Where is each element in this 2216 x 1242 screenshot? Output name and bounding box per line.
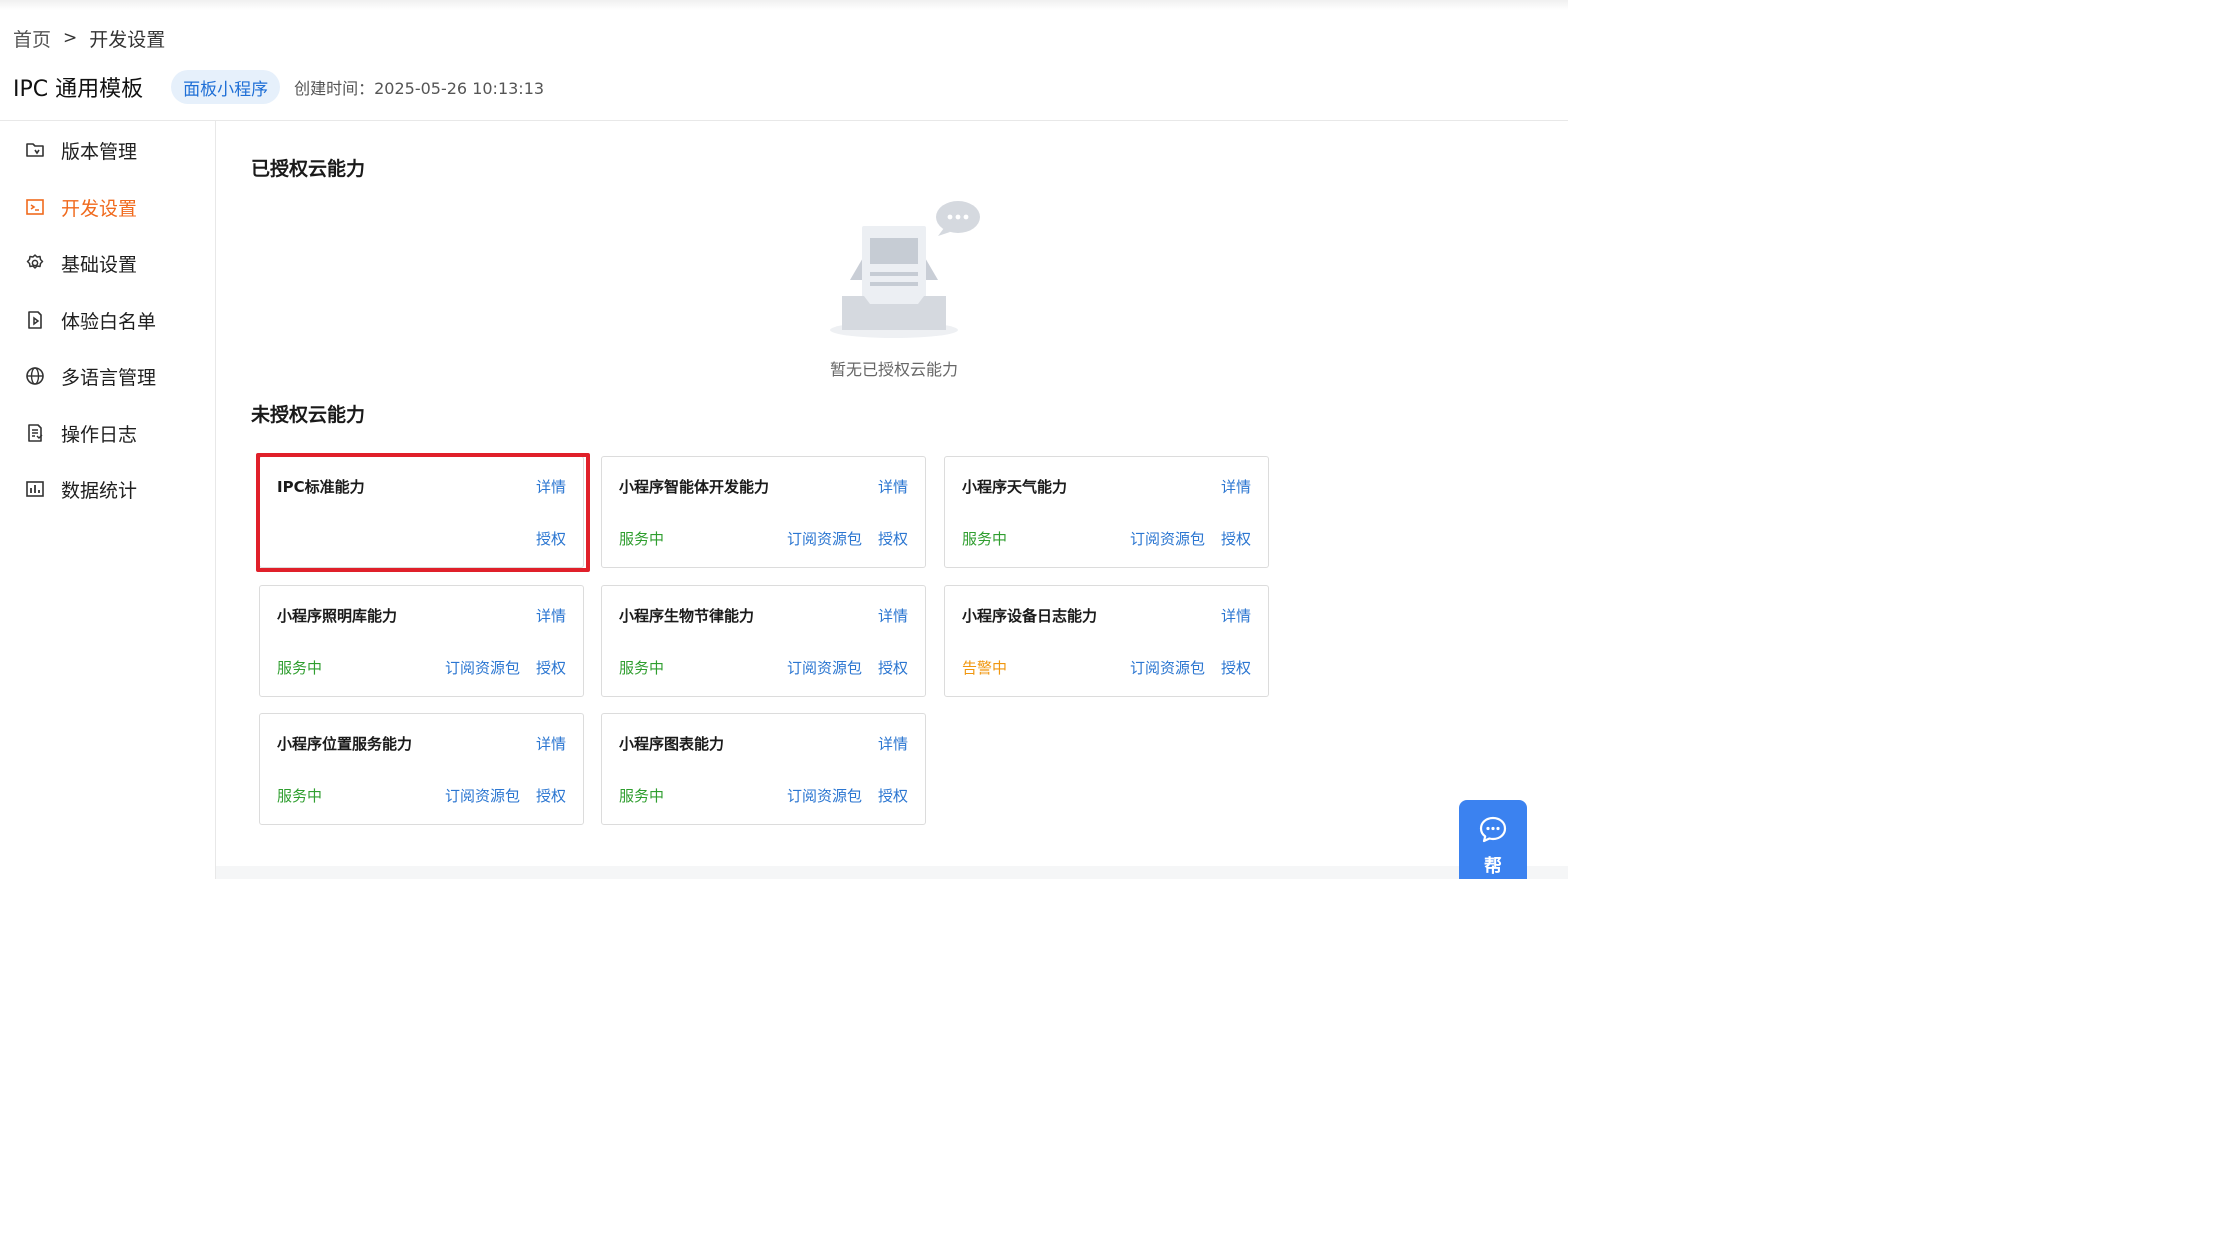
breadcrumb-current: 开发设置 (89, 28, 166, 51)
help-label: 帮 (1484, 856, 1502, 877)
sidebar-item-basic-settings[interactable]: 基础设置 (24, 248, 137, 278)
card-actions: 订阅资源包 授权 (787, 528, 908, 549)
sidebar-item-version[interactable]: 版本管理 (24, 135, 137, 165)
sidebar-item-label: 多语言管理 (61, 366, 157, 389)
gear-icon (24, 252, 46, 274)
sidebar-item-label: 体验白名单 (61, 310, 157, 333)
status-badge: 服务中 (619, 530, 665, 548)
help-button[interactable]: 帮 (1459, 800, 1527, 879)
subscribe-link[interactable]: 订阅资源包 (787, 528, 862, 549)
card-actions: 订阅资源包 授权 (445, 785, 566, 806)
capability-name: 小程序照明库能力 (277, 607, 398, 625)
created-time: 创建时间：2025-05-26 10:13:13 (294, 79, 545, 98)
capability-name: 小程序图表能力 (619, 735, 725, 753)
status-badge: 服务中 (277, 787, 323, 805)
type-tag: 面板小程序 (171, 70, 281, 104)
detail-link[interactable]: 详情 (1221, 476, 1251, 497)
card-actions: 订阅资源包 授权 (1130, 657, 1251, 678)
unauthorized-section-title: 未授权云能力 (251, 404, 366, 426)
capability-card-weather: 小程序天气能力 详情 服务中 订阅资源包 授权 (944, 456, 1269, 568)
status-badge: 服务中 (962, 530, 1008, 548)
top-shadow (0, 0, 1568, 10)
highlight-box (256, 453, 590, 572)
bar-chart-icon (24, 478, 46, 500)
card-actions: 订阅资源包 授权 (787, 785, 908, 806)
authorize-link[interactable]: 授权 (878, 528, 908, 549)
capability-card-biorhythm: 小程序生物节律能力 详情 服务中 订阅资源包 授权 (601, 585, 926, 697)
breadcrumb-separator: > (63, 28, 78, 48)
empty-state-illustration (828, 198, 984, 340)
authorize-link[interactable]: 授权 (1221, 657, 1251, 678)
capability-card-agent-dev: 小程序智能体开发能力 详情 服务中 订阅资源包 授权 (601, 456, 926, 568)
breadcrumb-home[interactable]: 首页 (13, 25, 51, 52)
status-badge: 告警中 (962, 659, 1008, 677)
sidebar-item-label: 基础设置 (61, 253, 138, 276)
sidebar-item-dev-settings[interactable]: 开发设置 (24, 192, 137, 222)
capability-name: 小程序智能体开发能力 (619, 478, 770, 496)
detail-link[interactable]: 详情 (536, 733, 566, 754)
status-badge: 服务中 (277, 659, 323, 677)
sidebar-item-label: 版本管理 (61, 140, 138, 163)
authorize-link[interactable]: 授权 (878, 785, 908, 806)
sidebar-item-label: 数据统计 (61, 479, 138, 502)
sidebar-item-statistics[interactable]: 数据统计 (24, 474, 137, 504)
detail-link[interactable]: 详情 (1221, 605, 1251, 626)
detail-link[interactable]: 详情 (878, 605, 908, 626)
authorize-link[interactable]: 授权 (536, 657, 566, 678)
subscribe-link[interactable]: 订阅资源包 (1130, 528, 1205, 549)
detail-link[interactable]: 详情 (878, 476, 908, 497)
capability-card-device-log: 小程序设备日志能力 详情 告警中 订阅资源包 授权 (944, 585, 1269, 697)
bottom-strip (216, 866, 1568, 879)
capability-name: 小程序位置服务能力 (277, 735, 413, 753)
capability-name: 小程序设备日志能力 (962, 607, 1098, 625)
sidebar-divider (215, 121, 216, 879)
title-row: IPC 通用模板 面板小程序 创建时间：2025-05-26 10:13:13 (13, 70, 544, 104)
capability-card-lighting: 小程序照明库能力 详情 服务中 订阅资源包 授权 (259, 585, 584, 697)
breadcrumb: 首页 > 开发设置 (13, 25, 166, 52)
empty-state-text: 暂无已授权云能力 (829, 360, 958, 379)
folder-version-icon (24, 139, 46, 161)
card-actions: 订阅资源包 授权 (1130, 528, 1251, 549)
capability-name: 小程序生物节律能力 (619, 607, 755, 625)
chat-bubble-icon (1477, 814, 1509, 846)
globe-icon (24, 365, 46, 387)
authorized-section-title: 已授权云能力 (251, 158, 366, 180)
sidebar-item-label: 开发设置 (61, 197, 138, 220)
detail-link[interactable]: 详情 (878, 733, 908, 754)
subscribe-link[interactable]: 订阅资源包 (445, 785, 520, 806)
authorize-link[interactable]: 授权 (878, 657, 908, 678)
authorize-link[interactable]: 授权 (1221, 528, 1251, 549)
document-play-icon (24, 309, 46, 331)
sidebar-item-operation-log[interactable]: 操作日志 (24, 418, 137, 448)
status-badge: 服务中 (619, 787, 665, 805)
subscribe-link[interactable]: 订阅资源包 (787, 657, 862, 678)
capability-name: 小程序天气能力 (962, 478, 1068, 496)
page-title: IPC 通用模板 (13, 77, 144, 102)
log-file-icon (24, 422, 46, 444)
card-actions: 订阅资源包 授权 (787, 657, 908, 678)
capability-card-location: 小程序位置服务能力 详情 服务中 订阅资源包 授权 (259, 713, 584, 825)
status-badge: 服务中 (619, 659, 665, 677)
detail-link[interactable]: 详情 (536, 605, 566, 626)
subscribe-link[interactable]: 订阅资源包 (1130, 657, 1205, 678)
subscribe-link[interactable]: 订阅资源包 (787, 785, 862, 806)
capability-card-chart: 小程序图表能力 详情 服务中 订阅资源包 授权 (601, 713, 926, 825)
terminal-icon (24, 196, 46, 218)
subscribe-link[interactable]: 订阅资源包 (445, 657, 520, 678)
header-divider (0, 120, 1568, 121)
sidebar-item-i18n[interactable]: 多语言管理 (24, 361, 156, 391)
card-actions: 订阅资源包 授权 (445, 657, 566, 678)
sidebar-item-whitelist[interactable]: 体验白名单 (24, 305, 156, 335)
sidebar-item-label: 操作日志 (61, 423, 138, 446)
authorize-link[interactable]: 授权 (536, 785, 566, 806)
